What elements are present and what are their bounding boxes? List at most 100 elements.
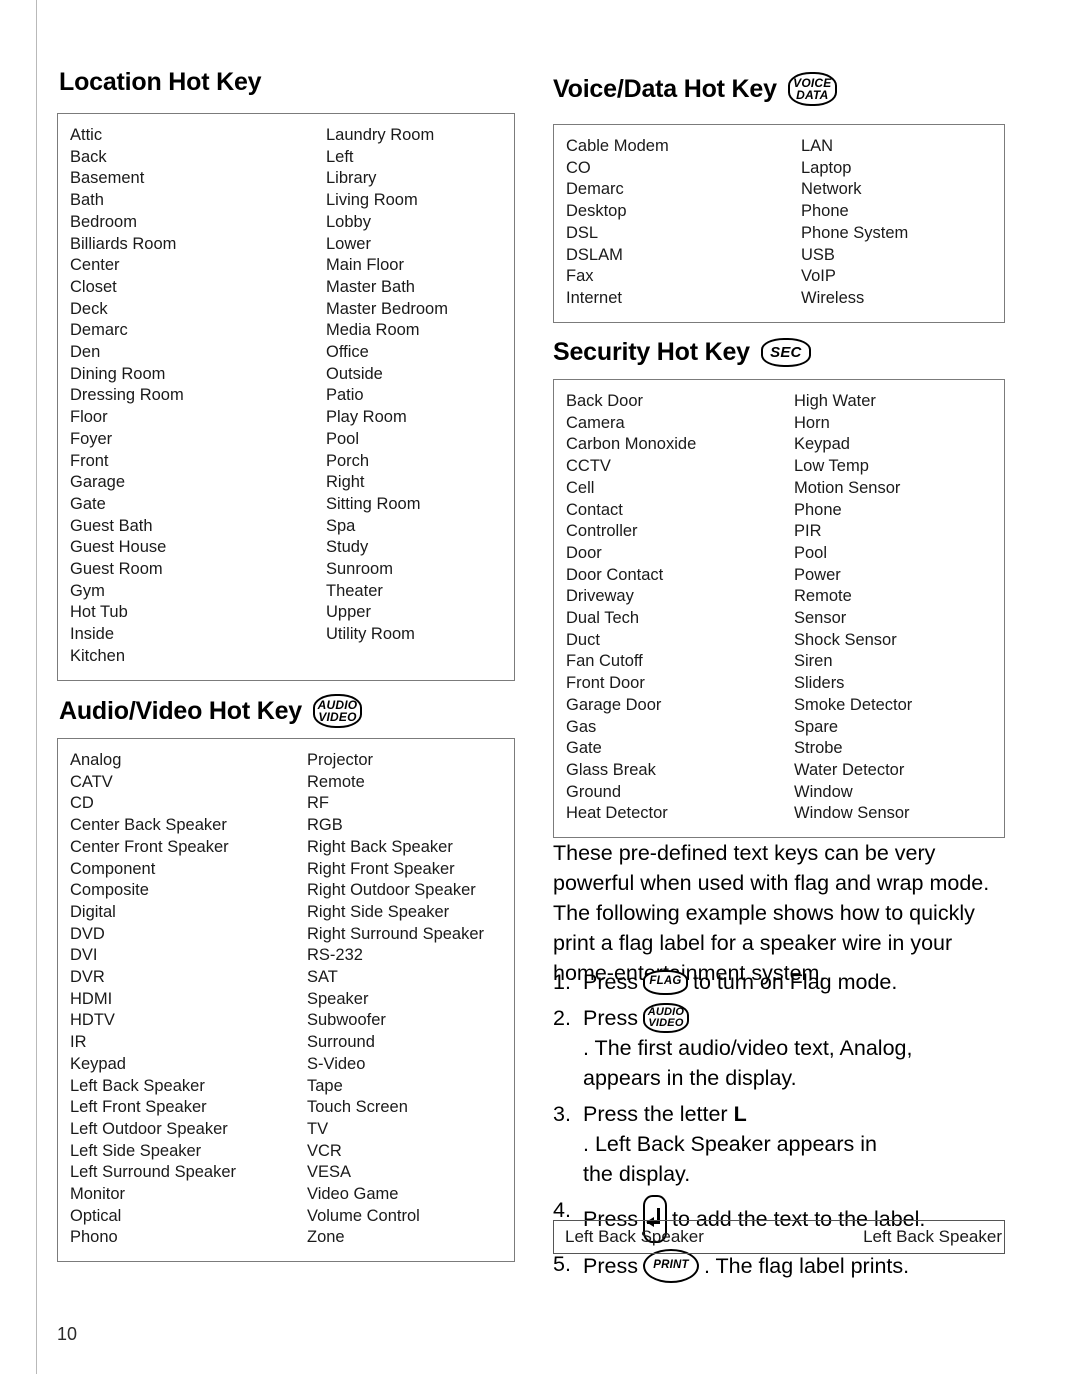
flag-key-label: FLAG bbox=[649, 975, 682, 988]
list-item: Left Side Speaker bbox=[70, 1141, 202, 1160]
list-item: CD bbox=[70, 794, 94, 813]
list-item: Main Floor bbox=[326, 256, 404, 275]
security-hotkey-table: Back Door Camera Carbon Monoxide CCTV Ce… bbox=[553, 379, 1005, 839]
list-item: Digital bbox=[70, 902, 116, 921]
list-item: Phono bbox=[70, 1228, 118, 1247]
list-item: Center Back Speaker bbox=[70, 816, 227, 835]
location-hotkey-table: Attic Back Basement Bath Bedroom Billiar… bbox=[57, 113, 515, 681]
list-item: Hot Tub bbox=[70, 603, 128, 622]
list-item: Fan Cutoff bbox=[566, 652, 643, 671]
list-item: Patio bbox=[326, 386, 364, 405]
list-item: Right Side Speaker bbox=[307, 902, 450, 921]
list-item: Fax bbox=[566, 267, 594, 286]
flag-key-icon: FLAG bbox=[642, 969, 688, 995]
voice-data-section-heading: Voice/Data Hot Key VOICE DATA bbox=[553, 72, 837, 106]
page-edge-rule bbox=[36, 0, 37, 1374]
list-item: Analog bbox=[70, 751, 122, 769]
list-item: Network bbox=[801, 180, 862, 199]
list-item: Door Contact bbox=[566, 565, 664, 584]
list-item: Tape bbox=[307, 1076, 343, 1095]
step-1-before: Press bbox=[583, 970, 638, 994]
audio-video-key-icon: AUDIO VIDEO bbox=[312, 694, 362, 728]
list-item: Den bbox=[70, 343, 101, 362]
flag-label-right-text: Left Back Speaker bbox=[863, 1227, 1002, 1246]
list-item: Study bbox=[326, 538, 369, 557]
list-item: Gym bbox=[70, 581, 105, 600]
list-item: DSL bbox=[566, 223, 599, 242]
list-item: Optical bbox=[70, 1206, 122, 1225]
step-1-number: 1. bbox=[553, 970, 571, 994]
list-item: LAN bbox=[801, 137, 834, 155]
list-item: Upper bbox=[326, 603, 371, 622]
list-item: Projector bbox=[307, 751, 374, 769]
security-column-2: High Water Horn Keypad Low Temp Motion S… bbox=[794, 391, 992, 825]
step-5: 5. Press PRINT . The flag label prints. bbox=[553, 1249, 1005, 1283]
list-item: Left Front Speaker bbox=[70, 1098, 207, 1117]
list-item: Dual Tech bbox=[566, 609, 640, 628]
voice-data-column-2: LAN Laptop Network Phone Phone System US… bbox=[801, 136, 992, 310]
list-item: Water Detector bbox=[794, 760, 905, 779]
list-item: Laundry Room bbox=[326, 126, 435, 144]
list-item: Deck bbox=[70, 299, 108, 318]
list-item: Siren bbox=[794, 652, 833, 671]
list-item: Keypad bbox=[794, 435, 850, 454]
step-2-second-line: appears in the display. bbox=[583, 1066, 797, 1090]
step-3-after: . Left Back Speaker appears in bbox=[583, 1132, 878, 1156]
list-item: DSLAM bbox=[566, 245, 623, 264]
list-item: RF bbox=[307, 794, 329, 813]
list-item: Back bbox=[70, 147, 107, 166]
manual-page: Location Hot Key Attic Back Basement Bat… bbox=[0, 0, 1080, 1374]
list-item: Composite bbox=[70, 881, 149, 900]
list-item: Right Front Speaker bbox=[307, 859, 455, 878]
list-item: Lobby bbox=[326, 212, 371, 231]
list-item: Sensor bbox=[794, 609, 847, 628]
list-item: Bath bbox=[70, 191, 104, 210]
list-item: Camera bbox=[566, 413, 625, 432]
list-item: Video Game bbox=[307, 1185, 399, 1204]
list-item: Demarc bbox=[70, 321, 128, 340]
list-item: RGB bbox=[307, 816, 343, 835]
list-item: Bedroom bbox=[70, 212, 137, 231]
list-item: Right Surround Speaker bbox=[307, 924, 485, 943]
location-heading-text: Location Hot Key bbox=[59, 68, 262, 96]
list-item: HDMI bbox=[70, 989, 113, 1008]
list-item: Center bbox=[70, 256, 120, 275]
list-item: VCR bbox=[307, 1141, 342, 1160]
list-item: Library bbox=[326, 169, 377, 188]
voice-data-key-icon: VOICE DATA bbox=[787, 72, 837, 106]
step-2-second-line-wrap: appears in the display. bbox=[583, 1063, 1005, 1093]
step-3-bold-letter: L bbox=[733, 1102, 747, 1126]
flag-label-left-text: Left Back Speaker bbox=[565, 1227, 704, 1246]
list-item: CCTV bbox=[566, 457, 611, 476]
list-item: Left Surround Speaker bbox=[70, 1163, 237, 1182]
step-3-second-line: the display. bbox=[583, 1162, 691, 1186]
list-item: Dressing Room bbox=[70, 386, 184, 405]
list-item: TV bbox=[307, 1119, 329, 1138]
list-item: DVD bbox=[70, 924, 105, 943]
list-item: Horn bbox=[794, 413, 830, 432]
list-item: IR bbox=[70, 1033, 87, 1052]
step-1: 1. Press FLAG to turn on Flag mode. bbox=[553, 967, 1005, 997]
list-item: Kitchen bbox=[70, 646, 126, 665]
list-item: Porch bbox=[326, 451, 370, 470]
list-item: Pool bbox=[326, 429, 360, 448]
list-item: USB bbox=[801, 245, 835, 264]
location-column-2: Laundry Room Left Library Living Room Lo… bbox=[326, 125, 502, 668]
list-item: DVR bbox=[70, 968, 105, 987]
list-item: Monitor bbox=[70, 1185, 126, 1204]
list-item: Billiards Room bbox=[70, 234, 177, 253]
list-item: RS-232 bbox=[307, 946, 363, 965]
flag-label-preview: Left Back Speaker Left Back Speaker bbox=[553, 1220, 1005, 1254]
list-item: Keypad bbox=[70, 1054, 126, 1073]
list-item: Front bbox=[70, 451, 109, 470]
list-item: Right Back Speaker bbox=[307, 837, 453, 856]
list-item: Ground bbox=[566, 782, 622, 801]
list-item: HDTV bbox=[70, 1011, 115, 1030]
step-5-before: Press bbox=[583, 1254, 638, 1278]
list-item: Living Room bbox=[326, 191, 418, 210]
list-item: Internet bbox=[566, 288, 622, 307]
list-item: Master Bedroom bbox=[326, 299, 448, 318]
list-item: Contact bbox=[566, 500, 623, 519]
list-item: Theater bbox=[326, 581, 383, 600]
list-item: Cable Modem bbox=[566, 137, 669, 155]
